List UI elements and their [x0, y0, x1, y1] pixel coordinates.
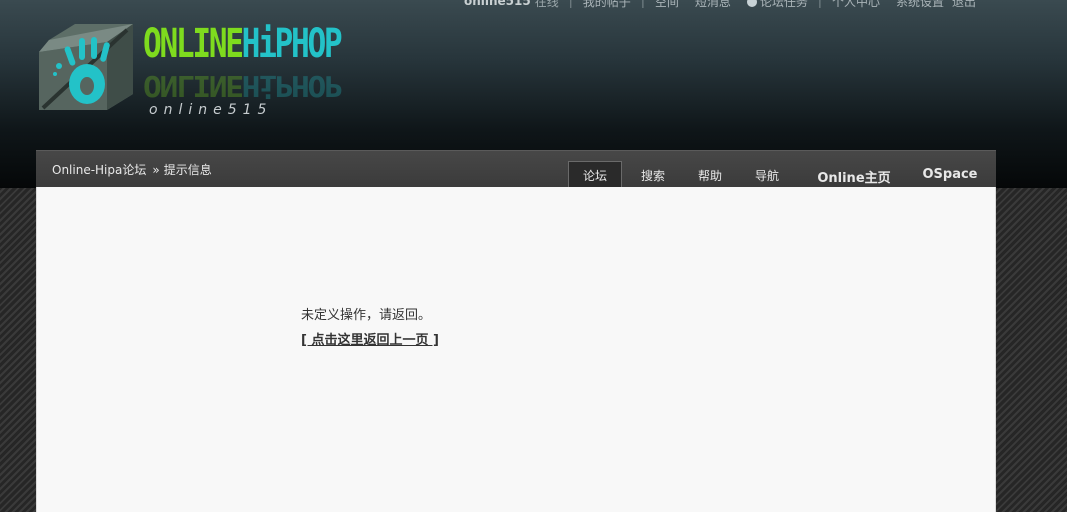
tab-navigation[interactable]: 导航 [740, 162, 794, 188]
logout-link[interactable]: 退出 [952, 0, 984, 10]
breadcrumb-forum-link[interactable]: Online-Hipa论坛 [52, 163, 146, 177]
top-user-bar: online515 在线 | 我的帖子 | 空间 短消息 论坛任务 | 个人中心… [464, 0, 984, 9]
forum-tasks-label: 论坛任务 [759, 0, 808, 9]
logo-word-hiphop: HiPHOP [241, 21, 343, 67]
breadcrumb-current: 提示信息 [163, 163, 212, 177]
tab-help[interactable]: 帮助 [683, 162, 737, 188]
settings-link[interactable]: 系统设置 [888, 0, 952, 10]
logo-reflection-green: ONLINE [143, 69, 242, 102]
tab-forum[interactable]: 论坛 [568, 161, 622, 188]
logo-subtitle: online515 [149, 102, 273, 118]
forum-tasks-link[interactable]: 论坛任务 [739, 0, 816, 10]
notice-message: 未定义操作，请返回。 [301, 308, 432, 323]
logo-reflection-cyan: HiPHOP [241, 69, 341, 102]
breadcrumb-separator: » [152, 163, 160, 177]
hand-print-icon [39, 24, 133, 110]
tab-online-home[interactable]: Online主页 [804, 162, 904, 188]
space-link[interactable]: 空间 [647, 0, 687, 10]
username-link[interactable]: online515 [464, 0, 535, 8]
tab-search[interactable]: 搜索 [626, 162, 680, 188]
user-center-link[interactable]: 个人中心 [824, 0, 888, 10]
my-posts-link[interactable]: 我的帖子 [575, 0, 639, 10]
separator: | [640, 0, 645, 8]
separator: | [817, 0, 822, 8]
logo-word-online: ONLINE [143, 21, 244, 67]
nav-tabs: 论坛 搜索 帮助 导航 Online主页 OSpace [568, 151, 996, 188]
main-content: 未定义操作，请返回。 [ 点击这里返回上一页 ] [36, 187, 996, 512]
site-logo[interactable]: ONLINEHiPHOP ONLINEHiPHOP online515 [37, 20, 343, 122]
messages-link[interactable]: 短消息 [687, 0, 739, 10]
separator: | [568, 0, 573, 8]
main-nav-bar: Online-Hipa论坛 » 提示信息 论坛 搜索 帮助 导航 Online主页 … [36, 150, 996, 188]
breadcrumb: Online-Hipa论坛 » 提示信息 [52, 161, 212, 178]
tab-ospace[interactable]: OSpace [904, 162, 996, 188]
logo-wordmark: ONLINEHiPHOP [143, 20, 343, 68]
back-link[interactable]: [ 点击这里返回上一页 ] [301, 329, 439, 348]
clock-icon [746, 0, 757, 7]
online-status: 在线 [534, 0, 559, 9]
logo-reflection: ONLINEHiPHOP [143, 68, 340, 102]
